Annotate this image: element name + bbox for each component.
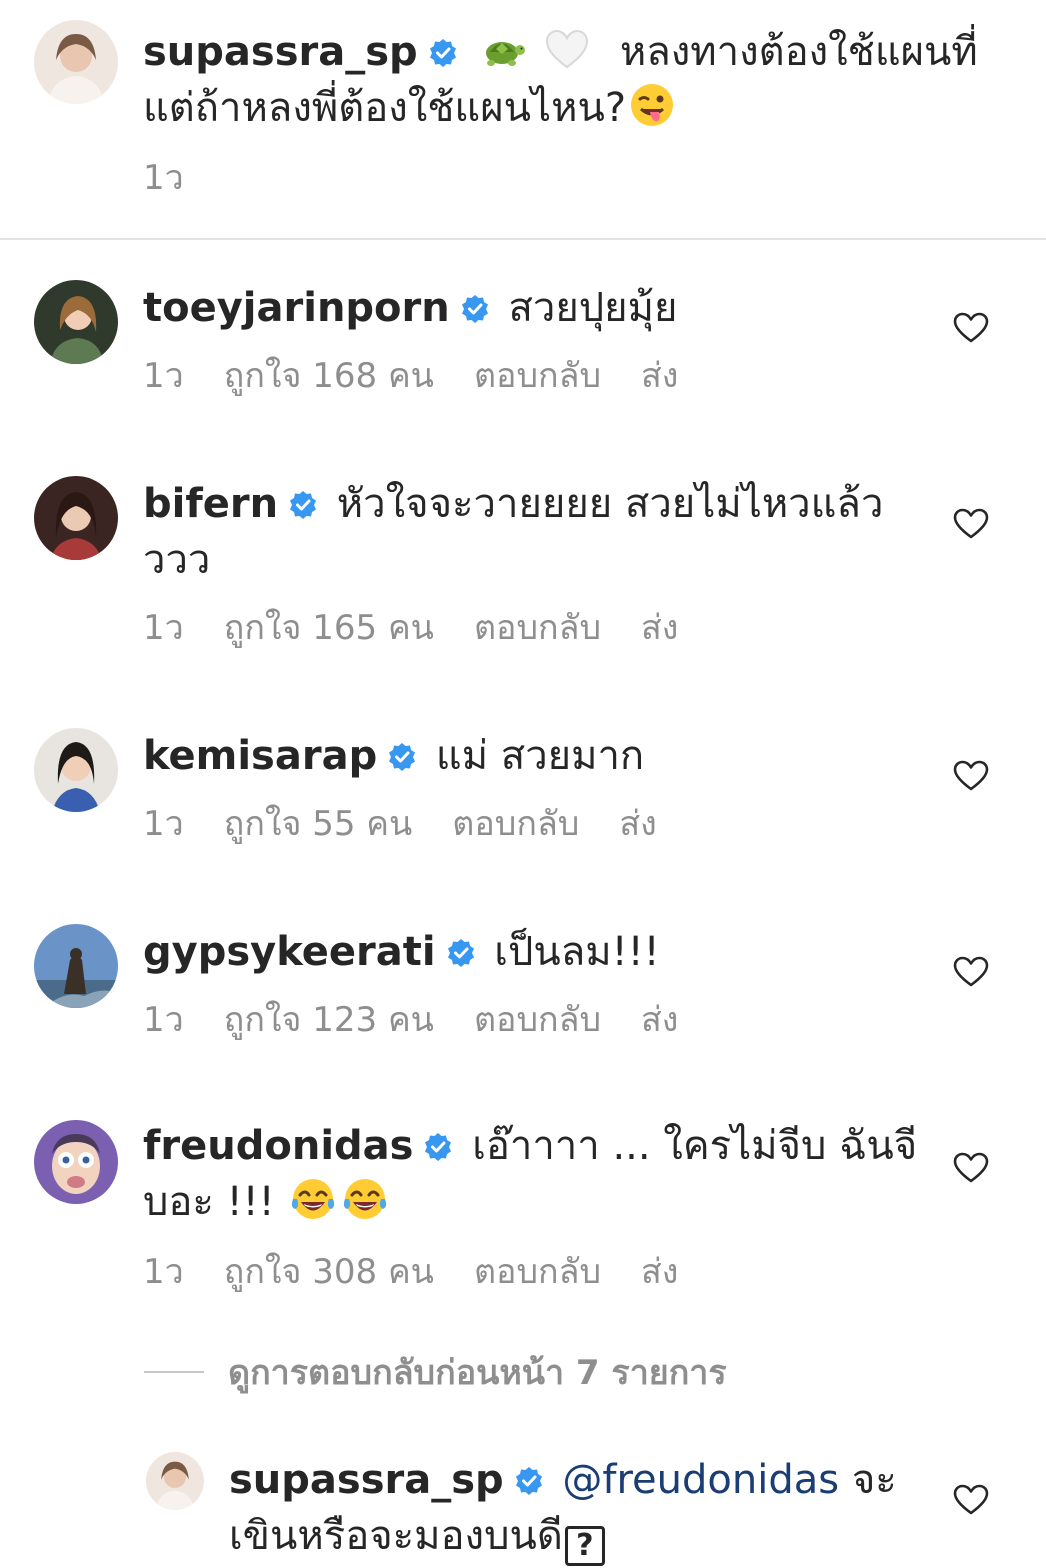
username[interactable]: supassra_sp	[143, 29, 418, 75]
avatar[interactable]	[34, 280, 118, 364]
verified-badge-icon	[387, 742, 417, 772]
winking-tongue-emoji	[628, 81, 676, 129]
comment-meta: 1ว ถูกใจ 308 คน ตอบกลับ ส่ง	[143, 1252, 718, 1292]
reply-button[interactable]: ตอบกลับ	[474, 356, 601, 396]
like-heart-icon[interactable]	[953, 956, 989, 988]
comment-text: freudonidas เอ๊าาาา ... ใครไม่จีบ ฉันจี …	[143, 1118, 933, 1230]
send-button[interactable]: ส่ง	[619, 804, 656, 844]
like-heart-icon[interactable]	[953, 312, 989, 344]
comment-body-line1: หัวใจจะวายยยย สวยไม่ไหวแล้ว	[336, 481, 884, 527]
reply-button[interactable]: ตอบกลับ	[474, 1000, 601, 1040]
reply-button[interactable]: ตอบกลับ	[474, 1252, 601, 1292]
like-count[interactable]: ถูกใจ 308 คน	[224, 1252, 434, 1292]
comment-time: 1ว	[143, 608, 184, 648]
send-button[interactable]: ส่ง	[641, 1000, 678, 1040]
view-replies-label: ดูการตอบกลับก่อนหน้า 7 รายการ	[228, 1353, 727, 1393]
comment-time: 1ว	[143, 158, 184, 198]
caption-text: supassra_sp หลงทางต้องใช้แผนที่ แต่ถ้าหล…	[143, 24, 1023, 136]
reply-button[interactable]: ตอบกลับ	[474, 608, 601, 648]
comment-body-line1: จะ	[851, 1457, 897, 1503]
avatar[interactable]	[34, 728, 118, 812]
send-button[interactable]: ส่ง	[641, 608, 678, 648]
comment-body: เป็นลม!!!	[494, 929, 660, 975]
comment-time: 1ว	[143, 356, 184, 396]
view-previous-replies-button[interactable]: ดูการตอบกลับก่อนหน้า 7 รายการ	[144, 1350, 727, 1394]
comment-text: gypsykeerati เป็นลม!!!	[143, 924, 933, 980]
comment-text: supassra_sp @freudonidas จะ เขินหรือจะมอ…	[229, 1452, 929, 1566]
divider	[0, 238, 1046, 240]
replies-line	[144, 1371, 204, 1373]
question-box-icon: ?	[564, 1526, 605, 1566]
username[interactable]: toeyjarinporn	[143, 285, 450, 331]
avatar[interactable]	[146, 1452, 204, 1510]
comment-meta: 1ว ถูกใจ 55 คน ตอบกลับ ส่ง	[143, 804, 697, 844]
avatar[interactable]	[34, 20, 118, 104]
comment-body-line2: ววว	[143, 537, 211, 583]
like-count[interactable]: ถูกใจ 168 คน	[224, 356, 434, 396]
white-heart-emoji	[543, 25, 591, 73]
verified-badge-icon	[428, 38, 458, 68]
like-count[interactable]: ถูกใจ 55 คน	[224, 804, 413, 844]
verified-badge-icon	[446, 938, 476, 968]
turtle-emoji	[478, 25, 526, 73]
like-heart-icon[interactable]	[953, 508, 989, 540]
comment-body: สวยปุยมุ้ย	[508, 285, 678, 331]
comment-time: 1ว	[143, 804, 184, 844]
username[interactable]: supassra_sp	[229, 1457, 504, 1503]
tears-of-joy-emoji	[289, 1175, 337, 1223]
comment-text: kemisarap แม่ สวยมาก	[143, 728, 933, 784]
comment-text: bifern หัวใจจะวายยยย สวยไม่ไหวแล้ว ววว	[143, 476, 933, 588]
username[interactable]: bifern	[143, 481, 278, 527]
like-heart-icon[interactable]	[953, 1152, 989, 1184]
comment-body-line1: เอ๊าาาา ... ใครไม่จีบ ฉันจี	[472, 1123, 918, 1169]
avatar[interactable]	[34, 476, 118, 560]
like-count[interactable]: ถูกใจ 123 คน	[224, 1000, 434, 1040]
comment-meta: 1ว ถูกใจ 168 คน ตอบกลับ ส่ง	[143, 356, 718, 396]
username[interactable]: kemisarap	[143, 733, 377, 779]
verified-badge-icon	[423, 1132, 453, 1162]
send-button[interactable]: ส่ง	[641, 356, 678, 396]
verified-badge-icon	[460, 294, 490, 324]
username[interactable]: freudonidas	[143, 1123, 413, 1169]
like-heart-icon[interactable]	[953, 760, 989, 792]
comment-body-line2: เขินหรือจะมองบนดี	[229, 1513, 563, 1559]
comment-body-line2: บอะ !!!	[143, 1179, 275, 1225]
comment-meta: 1ว ถูกใจ 123 คน ตอบกลับ ส่ง	[143, 1000, 718, 1040]
reply-button[interactable]: ตอบกลับ	[452, 804, 579, 844]
avatar[interactable]	[34, 924, 118, 1008]
caption-line1: หลงทางต้องใช้แผนที่	[619, 29, 978, 75]
send-button[interactable]: ส่ง	[641, 1252, 678, 1292]
like-count[interactable]: ถูกใจ 165 คน	[224, 608, 434, 648]
comment-meta: 1ว ถูกใจ 165 คน ตอบกลับ ส่ง	[143, 608, 718, 648]
comment-time: 1ว	[143, 1000, 184, 1040]
verified-badge-icon	[514, 1466, 544, 1496]
caption-line2: แต่ถ้าหลงพี่ต้องใช้แผนไหน?	[143, 85, 627, 131]
tears-of-joy-emoji	[341, 1175, 389, 1223]
comment-text: toeyjarinporn สวยปุยมุ้ย	[143, 280, 933, 336]
avatar[interactable]	[34, 1120, 118, 1204]
post-caption: supassra_sp หลงทางต้องใช้แผนที่ แต่ถ้าหล…	[0, 0, 1046, 238]
verified-badge-icon	[288, 490, 318, 520]
like-heart-icon[interactable]	[953, 1484, 989, 1516]
username[interactable]: gypsykeerati	[143, 929, 436, 975]
comment-time: 1ว	[143, 1252, 184, 1292]
comment-body: แม่ สวยมาก	[435, 733, 645, 779]
caption-meta: 1ว	[143, 158, 224, 198]
mention-link[interactable]: @freudonidas	[562, 1457, 839, 1503]
